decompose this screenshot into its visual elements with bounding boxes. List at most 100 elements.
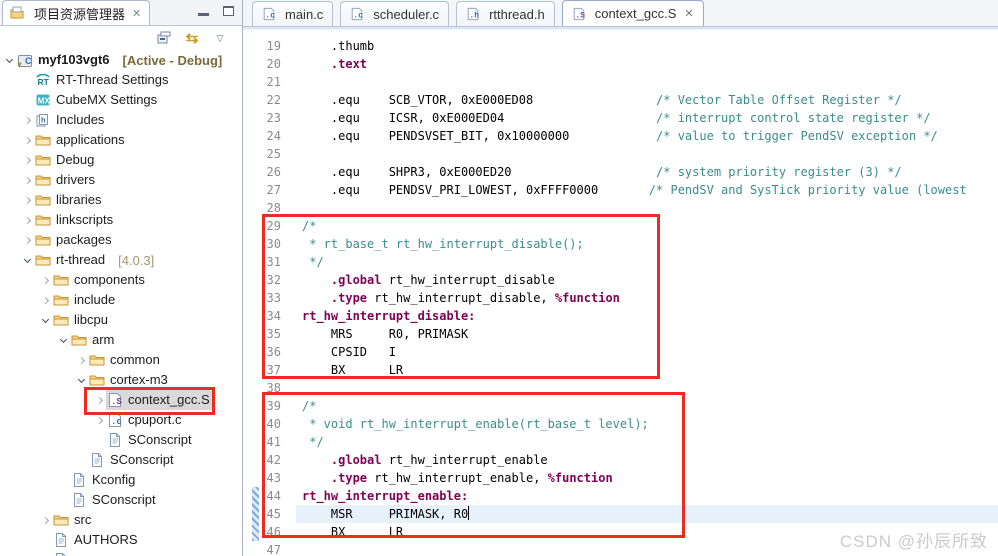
code-line-25[interactable]: 25	[243, 145, 998, 163]
code-text: */	[281, 435, 324, 449]
svg-text:.c: .c	[111, 417, 122, 427]
editor-tab-rtthread.h[interactable]: .hrtthread.h	[456, 1, 555, 26]
chevron-right-icon[interactable]	[21, 138, 34, 143]
code-line-28[interactable]: 28	[243, 199, 998, 217]
tree-item-components[interactable]: components	[0, 270, 242, 290]
tree-item-label: common	[110, 350, 160, 370]
tree-item-rt-thread-settings[interactable]: RTRT-Thread Settings	[0, 70, 242, 90]
code-line-38[interactable]: 38	[243, 379, 998, 397]
tree-item-drivers[interactable]: drivers	[0, 170, 242, 190]
code-line-29[interactable]: 29/*	[243, 217, 998, 235]
code-line-19[interactable]: 19 .thumb	[243, 37, 998, 55]
tab-project-explorer[interactable]: 项目资源管理器 ✕	[2, 0, 150, 25]
code-line-23[interactable]: 23 .equ ICSR, 0xE000ED04 /* interrupt co…	[243, 109, 998, 127]
view-menu-icon[interactable]: ▽	[212, 30, 228, 46]
code-line-27[interactable]: 27 .equ PENDSV_PRI_LOWEST, 0xFFFF0000 /*…	[243, 181, 998, 199]
tree-item-content: common	[88, 350, 164, 370]
chevron-right-icon[interactable]	[75, 358, 88, 363]
tree-item-cpuport.c[interactable]: .ccpuport.c	[0, 410, 242, 430]
tree-item-include[interactable]: include	[0, 290, 242, 310]
chevron-down-icon[interactable]	[57, 339, 70, 342]
chevron-right-icon[interactable]	[39, 518, 52, 523]
minimize-icon[interactable]	[198, 13, 209, 16]
code-text: .global rt_hw_interrupt_enable	[281, 453, 548, 467]
chevron-right-icon[interactable]	[39, 278, 52, 283]
tree-item-partial[interactable]	[0, 550, 242, 556]
code-line-44[interactable]: 44rt_hw_interrupt_enable:	[243, 487, 998, 505]
tree-item-context-gcc.s[interactable]: .Scontext_gcc.S	[0, 390, 242, 410]
tree-item-sconscript[interactable]: SConscript	[0, 490, 242, 510]
tree-item-debug[interactable]: Debug	[0, 150, 242, 170]
code-line-20[interactable]: 20 .text	[243, 55, 998, 73]
tree-item-src[interactable]: src	[0, 510, 242, 530]
line-number: 46	[243, 523, 281, 541]
tree-item-kconfig[interactable]: Kconfig	[0, 470, 242, 490]
code-line-34[interactable]: 34rt_hw_interrupt_disable:	[243, 307, 998, 325]
close-icon[interactable]: ✕	[132, 7, 141, 20]
chevron-right-icon[interactable]	[21, 178, 34, 183]
code-line-45[interactable]: 45 MSR PRIMASK, R0	[243, 505, 998, 523]
code-text: .equ SHPR3, 0xE000ED20 /* system priorit…	[281, 165, 902, 179]
line-number: 44	[243, 487, 281, 505]
tree-item-linkscripts[interactable]: linkscripts	[0, 210, 242, 230]
collapse-all-icon[interactable]	[156, 30, 172, 46]
code-line-21[interactable]: 21	[243, 73, 998, 91]
tree-item-myf103vgt6[interactable]: Cmyf103vgt6[Active - Debug]	[0, 50, 242, 70]
tree-item-applications[interactable]: applications	[0, 130, 242, 150]
tree-item-libraries[interactable]: libraries	[0, 190, 242, 210]
chevron-right-icon[interactable]	[39, 298, 52, 303]
editor-body[interactable]: 19 .thumb20 .text2122 .equ SCB_VTOR, 0xE…	[243, 30, 998, 556]
tree-item-includes[interactable]: hIncludes	[0, 110, 242, 130]
code-line-24[interactable]: 24 .equ PENDSVSET_BIT, 0x10000000 /* val…	[243, 127, 998, 145]
code-line-40[interactable]: 40 * void rt_hw_interrupt_enable(rt_base…	[243, 415, 998, 433]
code-line-39[interactable]: 39/*	[243, 397, 998, 415]
chevron-right-icon[interactable]	[21, 218, 34, 223]
code-line-35[interactable]: 35 MRS R0, PRIMASK	[243, 325, 998, 343]
line-number: 22	[243, 91, 281, 109]
close-icon[interactable]: ✕	[684, 7, 693, 20]
tree-item-label: rt-thread	[56, 250, 105, 270]
chevron-down-icon[interactable]	[39, 319, 52, 322]
code-line-36[interactable]: 36 CPSID I	[243, 343, 998, 361]
code-line-37[interactable]: 37 BX LR	[243, 361, 998, 379]
chevron-right-icon[interactable]	[21, 118, 34, 123]
tree-item-sconscript[interactable]: SConscript	[0, 450, 242, 470]
chevron-right-icon[interactable]	[21, 158, 34, 163]
editor-tab-context-gcc.s[interactable]: .Scontext_gcc.S✕	[562, 0, 704, 26]
code-line-43[interactable]: 43 .type rt_hw_interrupt_enable, %functi…	[243, 469, 998, 487]
code-line-26[interactable]: 26 .equ SHPR3, 0xE000ED20 /* system prio…	[243, 163, 998, 181]
tree-item-cortex-m3[interactable]: cortex-m3	[0, 370, 242, 390]
code-line-30[interactable]: 30 * rt_base_t rt_hw_interrupt_disable()…	[243, 235, 998, 253]
doc-icon	[53, 552, 70, 556]
chevron-down-icon[interactable]	[21, 259, 34, 262]
tree-item-rt-thread[interactable]: rt-thread[4.0.3]	[0, 250, 242, 270]
code-line-41[interactable]: 41 */	[243, 433, 998, 451]
tree-item-content: Cmyf103vgt6	[16, 50, 114, 70]
tree-item-cubemx-settings[interactable]: MXCubeMX Settings	[0, 90, 242, 110]
link-with-editor-icon[interactable]: ⇆	[184, 30, 200, 46]
chevron-right-icon[interactable]	[21, 238, 34, 243]
chevron-down-icon[interactable]	[75, 379, 88, 382]
editor-tab-main.c[interactable]: .cmain.c	[252, 1, 333, 26]
tree-item-label: arm	[92, 330, 114, 350]
chevron-down-icon[interactable]	[3, 59, 16, 62]
tree-item-sconscript[interactable]: SConscript	[0, 430, 242, 450]
code-line-33[interactable]: 33 .type rt_hw_interrupt_disable, %funct…	[243, 289, 998, 307]
tree-item-arm[interactable]: arm	[0, 330, 242, 350]
chevron-right-icon[interactable]	[93, 418, 106, 423]
fileC-icon: .c	[350, 7, 364, 21]
code-line-22[interactable]: 22 .equ SCB_VTOR, 0xE000ED08 /* Vector T…	[243, 91, 998, 109]
tree-item-packages[interactable]: packages	[0, 230, 242, 250]
chevron-right-icon[interactable]	[93, 398, 106, 403]
tree-item-common[interactable]: common	[0, 350, 242, 370]
chevron-right-icon[interactable]	[21, 198, 34, 203]
code-line-31[interactable]: 31 */	[243, 253, 998, 271]
editor-tab-scheduler.c[interactable]: .cscheduler.c	[340, 1, 449, 26]
code-line-32[interactable]: 32 .global rt_hw_interrupt_disable	[243, 271, 998, 289]
code-line-42[interactable]: 42 .global rt_hw_interrupt_enable	[243, 451, 998, 469]
maximize-icon[interactable]	[223, 6, 234, 16]
tree-item-authors[interactable]: AUTHORS	[0, 530, 242, 550]
tree-item-label: Kconfig	[92, 470, 135, 490]
code-text: .global rt_hw_interrupt_disable	[281, 273, 555, 287]
tree-item-libcpu[interactable]: libcpu	[0, 310, 242, 330]
